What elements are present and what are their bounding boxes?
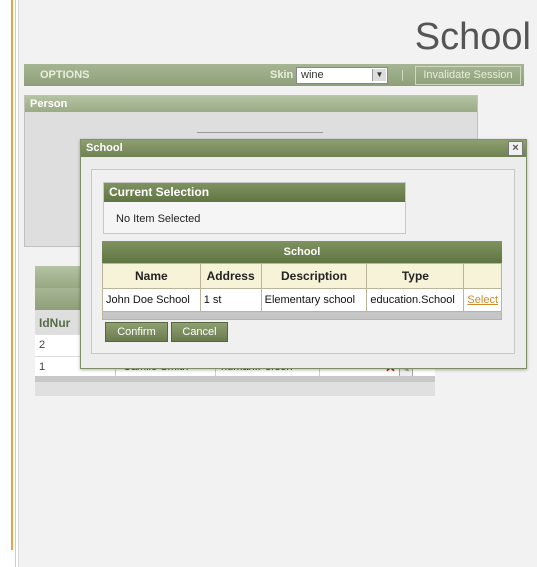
current-selection-text: No Item Selected <box>116 213 201 225</box>
column-header-address[interactable]: Address <box>199 263 262 289</box>
person-panel-header: Person <box>25 96 477 112</box>
cell-name: John Doe School <box>102 288 201 312</box>
table-row[interactable]: John Doe School 1 st Elementary school e… <box>102 288 502 312</box>
column-header-action <box>463 263 502 289</box>
separator: | <box>401 69 404 81</box>
skin-label: Skin <box>270 69 294 81</box>
invalidate-session-button[interactable]: Invalidate Session <box>415 66 521 85</box>
cell-address: 1 st <box>199 288 262 312</box>
cell-type: education.School <box>366 288 465 312</box>
school-table-grid: Name Address Description Type John Doe S… <box>102 263 502 312</box>
column-header-id[interactable]: IdNur <box>39 316 70 330</box>
school-table: School Name Address Description Type Joh… <box>102 241 502 320</box>
cell-description: Elementary school <box>260 288 368 312</box>
chevron-down-icon[interactable]: ▼ <box>372 69 386 81</box>
dialog-body: Current Selection No Item Selected Schoo… <box>91 169 515 354</box>
options-label[interactable]: OPTIONS <box>40 69 90 81</box>
close-icon[interactable]: × <box>508 141 523 156</box>
current-selection-header: Current Selection <box>104 183 405 202</box>
skin-select[interactable]: wine ▼ <box>296 67 388 84</box>
person-table-footer <box>35 376 435 382</box>
school-table-footer <box>102 312 502 320</box>
person-input[interactable] <box>197 132 323 133</box>
row-id: 1 <box>39 361 46 373</box>
skin-select-value: wine <box>301 69 324 81</box>
select-link[interactable]: Select <box>467 294 498 306</box>
school-table-title: School <box>102 241 502 263</box>
row-id: 2 <box>39 339 46 351</box>
column-header-description[interactable]: Description <box>260 263 368 289</box>
column-header-name[interactable]: Name <box>102 263 201 289</box>
current-selection-panel: Current Selection No Item Selected <box>103 182 406 234</box>
dialog-title: School <box>86 142 123 154</box>
options-bar: OPTIONS Skin wine ▼ | Invalidate Session <box>24 64 524 86</box>
confirm-button[interactable]: Confirm <box>105 322 168 342</box>
column-header-type[interactable]: Type <box>366 263 465 289</box>
dialog-title-bar[interactable]: School × <box>81 140 526 157</box>
cancel-button[interactable]: Cancel <box>171 322 228 342</box>
page-title: School <box>414 16 531 58</box>
school-dialog: School × Current Selection No Item Selec… <box>80 139 527 369</box>
left-side-panel <box>0 0 16 567</box>
side-panel-border <box>0 0 13 550</box>
